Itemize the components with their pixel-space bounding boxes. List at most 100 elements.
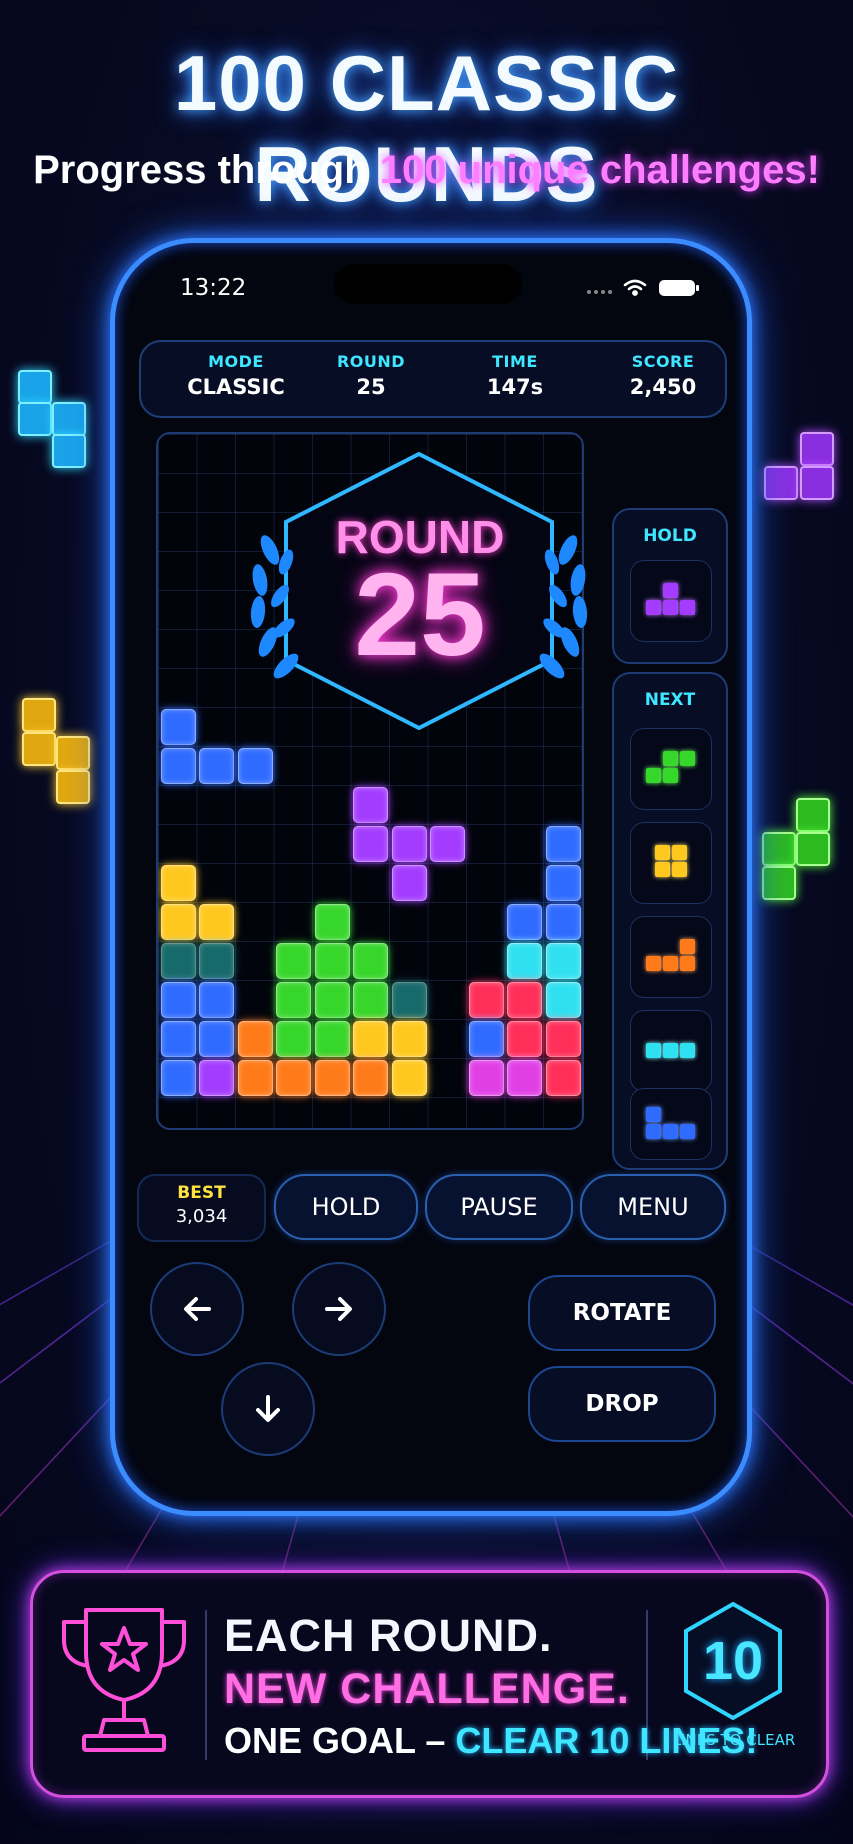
- hold-block: [680, 600, 695, 615]
- hold-panel[interactable]: HOLD: [612, 508, 728, 664]
- board-block: [507, 1060, 542, 1096]
- status-time: 13:22: [180, 275, 247, 301]
- board-block: [199, 748, 234, 784]
- board-block: [237, 748, 273, 784]
- stat-value: 2,450: [629, 375, 697, 399]
- board-block: [507, 904, 542, 940]
- best-score: BEST 3,034: [137, 1174, 266, 1242]
- board-block: [353, 1060, 388, 1096]
- board-block: [468, 1021, 504, 1057]
- board-block: [353, 943, 388, 979]
- board-block: [507, 943, 542, 979]
- stat-label: MODE: [208, 352, 264, 371]
- soft-drop-button[interactable]: [221, 1362, 315, 1456]
- board-block: [391, 826, 427, 862]
- stat-round: ROUND 25: [311, 352, 431, 399]
- board-block: [314, 982, 350, 1018]
- board-block: [545, 904, 581, 940]
- hold-block: [663, 583, 678, 598]
- board-block: [199, 943, 234, 979]
- banner-line-3-part1: ONE GOAL –: [224, 1720, 456, 1761]
- arrow-right-icon: [325, 1297, 352, 1321]
- stat-label: ROUND: [336, 352, 406, 371]
- board-block: [353, 787, 388, 823]
- board-block: [314, 943, 350, 979]
- board-block: [507, 982, 542, 1018]
- board-block: [199, 982, 234, 1018]
- hold-block: [646, 600, 661, 615]
- round-overlay-number: 25: [354, 549, 486, 681]
- board-block: [199, 1060, 234, 1096]
- board-block: [276, 943, 311, 979]
- board-block: [160, 1060, 196, 1096]
- board-block: [353, 982, 388, 1018]
- board-block: [160, 1021, 196, 1057]
- cellular-icon: [587, 290, 612, 294]
- board-block: [160, 865, 196, 901]
- menu-button[interactable]: MENU: [580, 1174, 726, 1240]
- board-block: [160, 943, 196, 979]
- stat-value: 25: [356, 375, 386, 399]
- board-block: [160, 982, 196, 1018]
- board-block: [160, 709, 196, 745]
- stat-label: TIME: [492, 352, 538, 371]
- battery-icon: [659, 280, 699, 296]
- board-block: [507, 1021, 542, 1057]
- next-panel-title: NEXT: [644, 690, 696, 710]
- board-block: [237, 1060, 273, 1096]
- board-block: [353, 826, 388, 862]
- stat-score: SCORE 2,450: [603, 352, 723, 399]
- board-block: [199, 904, 234, 940]
- subheadline-part1: Progress through: [33, 148, 380, 192]
- subheadline: Progress through 100 unique challenges!: [0, 148, 853, 193]
- board-block: [468, 1060, 504, 1096]
- move-left-button[interactable]: [150, 1262, 244, 1356]
- next-panel: NEXT: [612, 672, 728, 1170]
- stat-time: TIME 147s: [455, 352, 575, 399]
- dynamic-island: [334, 264, 522, 304]
- board-block: [314, 904, 350, 940]
- board-block: [468, 982, 504, 1018]
- stat-value: 147s: [486, 375, 544, 399]
- board-block: [391, 982, 427, 1018]
- stat-label: SCORE: [631, 352, 695, 371]
- stat-mode: MODE CLASSIC: [176, 352, 296, 399]
- next-piece-slot-2: [630, 822, 712, 904]
- next-piece-slot-4: [630, 1010, 712, 1092]
- board-block: [545, 1060, 581, 1096]
- board-block: [276, 1060, 311, 1096]
- move-right-button[interactable]: [292, 1262, 386, 1356]
- board-block: [160, 748, 196, 784]
- banner-line-1: EACH ROUND.: [224, 1610, 553, 1661]
- board-block: [545, 865, 581, 901]
- next-piece-slot-1: [630, 728, 712, 810]
- drop-button[interactable]: DROP: [528, 1366, 716, 1442]
- lines-goal-caption: LINES TO CLEAR: [672, 1731, 796, 1749]
- pause-button[interactable]: PAUSE: [425, 1174, 573, 1240]
- board-block: [160, 904, 196, 940]
- hold-piece-slot: [630, 560, 712, 642]
- arrow-left-icon: [184, 1297, 211, 1321]
- banner-line-2: NEW CHALLENGE.: [224, 1665, 630, 1713]
- board-block: [199, 1021, 234, 1057]
- board-block: [237, 1021, 273, 1057]
- next-piece-slot-5: [630, 1088, 712, 1160]
- hold-block: [663, 600, 678, 615]
- board-block: [353, 1021, 388, 1057]
- board-block: [545, 943, 581, 979]
- best-label: BEST: [177, 1183, 226, 1203]
- board-block: [276, 982, 311, 1018]
- board-block: [391, 1060, 427, 1096]
- hold-panel-title: HOLD: [643, 526, 697, 546]
- stats-bar: MODE CLASSIC ROUND 25 TIME 147s SCORE 2,…: [139, 340, 727, 418]
- board-block: [545, 826, 581, 862]
- board-block: [276, 1021, 311, 1057]
- stat-value: CLASSIC: [187, 375, 285, 399]
- board-block: [430, 826, 465, 862]
- hold-button[interactable]: HOLD: [274, 1174, 418, 1240]
- rotate-button[interactable]: ROTATE: [528, 1275, 716, 1351]
- board-block: [314, 1021, 350, 1057]
- board-block: [545, 1021, 581, 1057]
- wifi-icon: [623, 279, 647, 296]
- subheadline-part2: 100 unique challenges!: [379, 148, 820, 192]
